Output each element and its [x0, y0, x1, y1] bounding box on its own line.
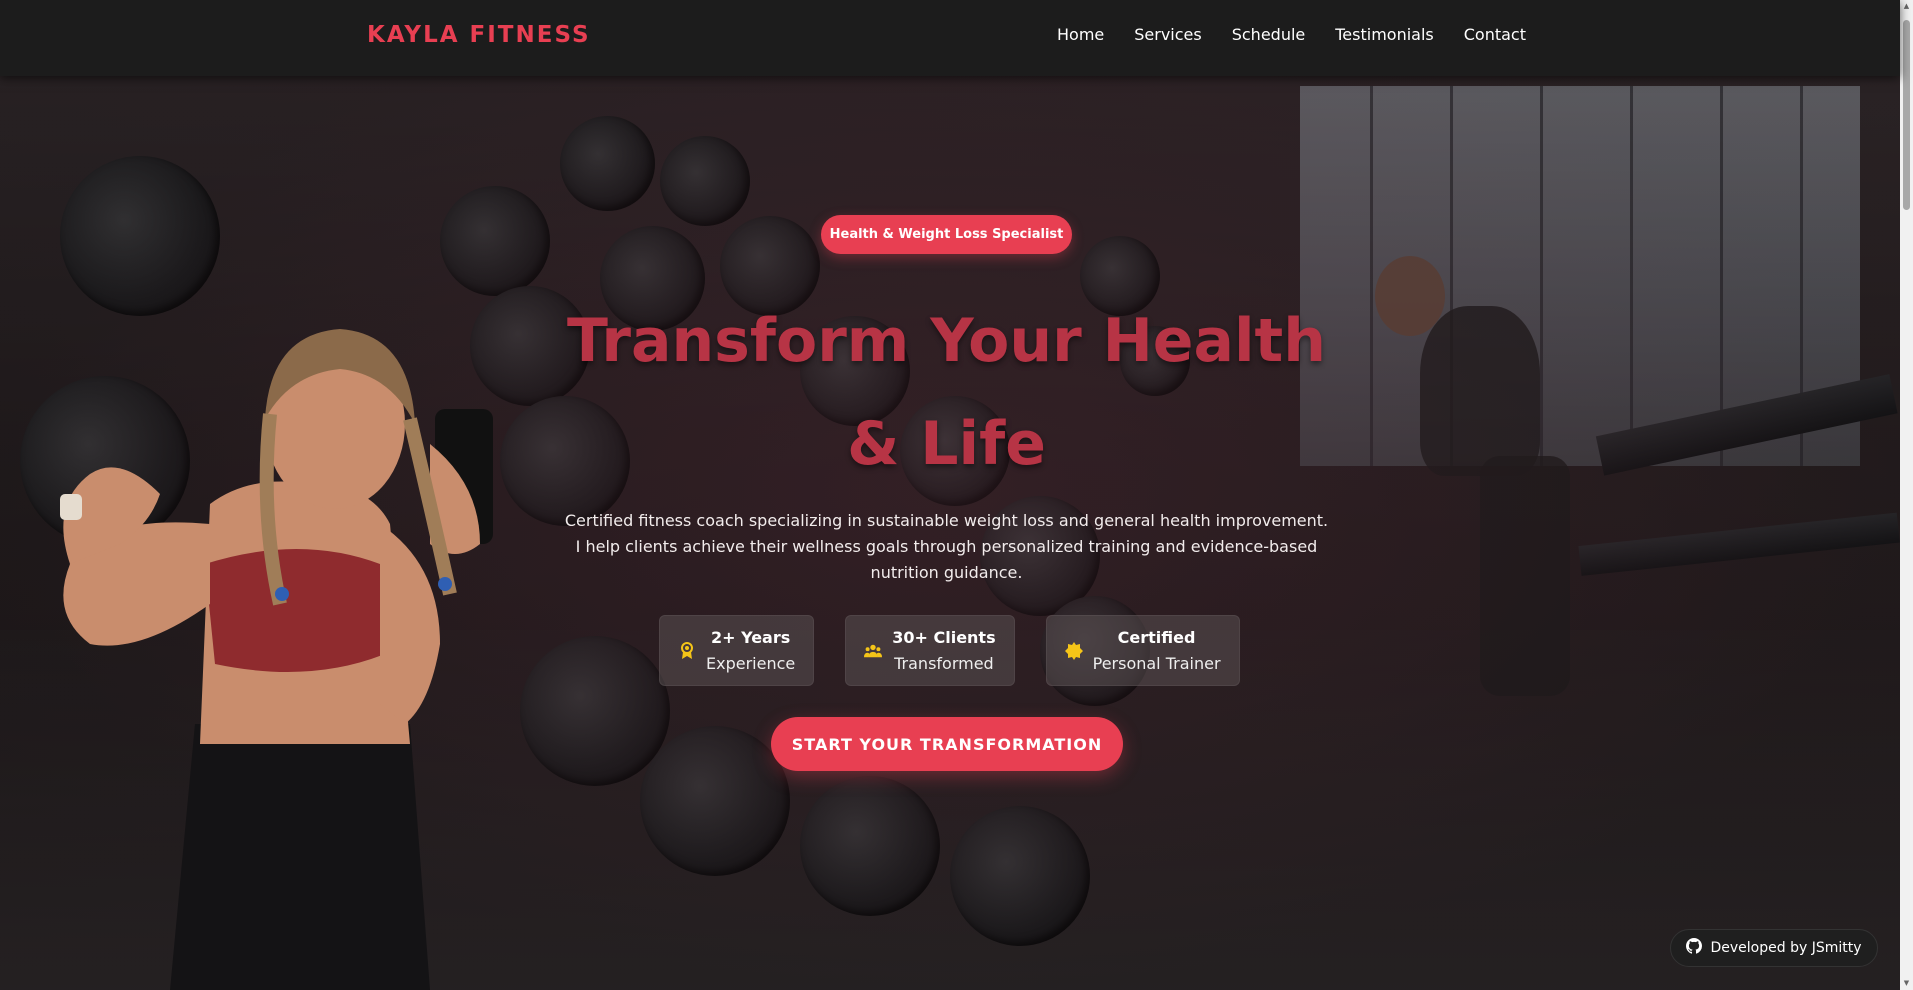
navbar: KAYLA FITNESS Home Services Schedule Tes… [0, 0, 1900, 76]
stat-title: Certified [1117, 627, 1196, 647]
brand-logo[interactable]: KAYLA FITNESS [367, 22, 591, 48]
developer-credit-link[interactable]: Developed by JSmitty [1670, 929, 1878, 967]
certificate-icon [1064, 641, 1083, 660]
trainer-photo [60, 329, 493, 990]
page-scrollbar[interactable]: ▲ ▼ [1900, 0, 1913, 990]
github-icon [1686, 938, 1703, 958]
scroll-up-icon[interactable]: ▲ [1902, 2, 1911, 11]
headline-line-1: Transform Your Health [567, 306, 1326, 376]
stat-card-clients: 30+ Clients Transformed [845, 615, 1015, 686]
users-icon [864, 642, 883, 660]
stat-subtitle: Personal Trainer [1092, 653, 1221, 673]
award-icon [678, 641, 696, 660]
stat-card-experience: 2+ Years Experience [659, 615, 815, 686]
start-transformation-button[interactable]: START YOUR TRANSFORMATION [771, 717, 1123, 771]
stat-title: 2+ Years [710, 627, 791, 647]
stat-subtitle: Experience [706, 653, 796, 673]
headline-line-2: & Life [847, 409, 1046, 479]
nav-link-home[interactable]: Home [1057, 25, 1104, 44]
hero-description: Certified fitness coach specializing in … [564, 511, 1329, 582]
nav-link-schedule[interactable]: Schedule [1232, 25, 1306, 44]
scroll-thumb[interactable] [1903, 20, 1910, 210]
nav-link-testimonials[interactable]: Testimonials [1335, 25, 1434, 44]
specialist-badge: Health & Weight Loss Specialist [821, 215, 1072, 254]
stats-row: 2+ Years Experience 30+ Clients Transfor… [659, 615, 1240, 686]
hero-headline: Transform Your Health & Life [530, 290, 1363, 496]
nav-links: Home Services Schedule Testimonials Cont… [1057, 25, 1526, 44]
nav-link-services[interactable]: Services [1134, 25, 1201, 44]
nav-link-contact[interactable]: Contact [1464, 25, 1526, 44]
stat-card-certified: Certified Personal Trainer [1045, 615, 1240, 686]
stat-subtitle: Transformed [894, 653, 994, 673]
stat-title: 30+ Clients [892, 627, 996, 647]
scroll-down-icon[interactable]: ▼ [1902, 979, 1911, 988]
developer-credit-label: Developed by JSmitty [1710, 940, 1862, 956]
